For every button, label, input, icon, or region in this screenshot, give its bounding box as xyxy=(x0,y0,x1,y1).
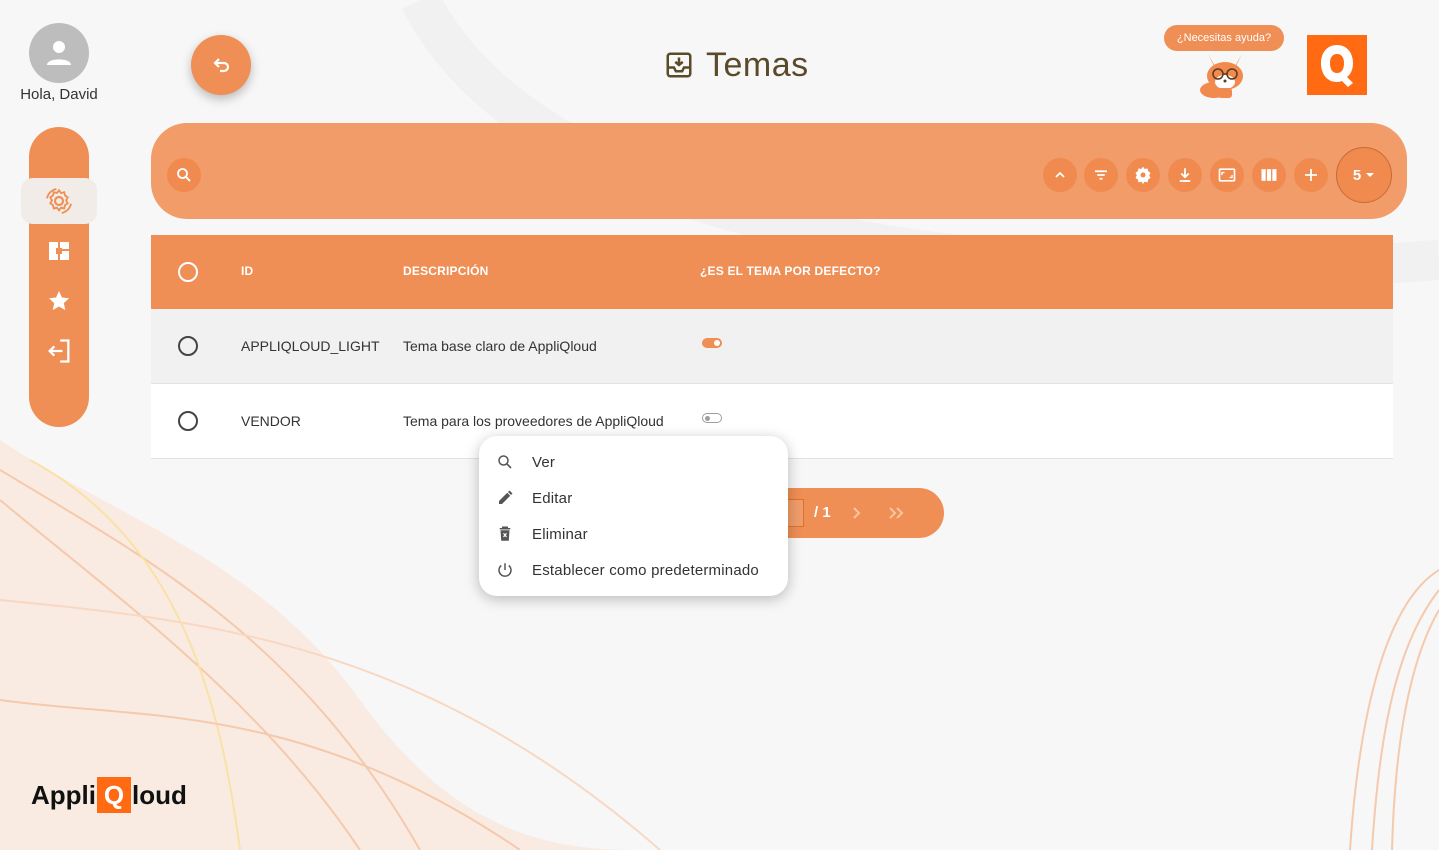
settings-button[interactable] xyxy=(1126,158,1160,192)
person-icon xyxy=(47,41,71,65)
trash-icon xyxy=(499,526,511,541)
default-toggle[interactable] xyxy=(702,338,722,348)
table-toolbar: 5 xyxy=(151,123,1407,219)
chevron-right-icon xyxy=(853,507,861,519)
q-logo-icon xyxy=(1321,45,1353,87)
brand-suffix: loud xyxy=(132,779,187,810)
cell-id: APPLIQLOUD_LIGHT xyxy=(241,338,380,354)
sidebar xyxy=(21,127,97,427)
menu-item-label: Ver xyxy=(532,453,556,471)
chevron-up-icon xyxy=(1055,171,1065,178)
user-greeting: Hola, David xyxy=(20,86,98,103)
menu-item-view[interactable]: Ver xyxy=(479,444,788,480)
themes-table: ID DESCRIPCIÓN ¿ES EL TEMA POR DEFECTO? … xyxy=(151,235,1393,459)
default-toggle[interactable] xyxy=(702,413,722,423)
fox-mascot-icon[interactable] xyxy=(1196,46,1254,100)
next-page-button[interactable] xyxy=(848,501,866,530)
columns-icon xyxy=(1261,169,1277,181)
brand-q: Q xyxy=(97,777,131,813)
inbox-download-icon xyxy=(666,52,692,78)
gear-icon xyxy=(1135,166,1151,184)
column-header-default[interactable]: ¿ES EL TEMA POR DEFECTO? xyxy=(700,264,881,278)
search-button[interactable] xyxy=(167,158,201,192)
menu-item-set-default[interactable]: Establecer como predeterminado xyxy=(479,552,788,588)
column-header-description[interactable]: DESCRIPCIÓN xyxy=(403,264,489,278)
dashboard-icon xyxy=(49,242,69,260)
download-icon xyxy=(1179,168,1191,182)
last-page-button[interactable] xyxy=(885,501,909,530)
sidebar-item-settings[interactable] xyxy=(21,178,97,224)
rows-per-page-select[interactable]: 5 xyxy=(1336,147,1392,203)
cell-id: VENDOR xyxy=(241,413,301,429)
menu-item-label: Eliminar xyxy=(532,525,588,543)
search-icon xyxy=(177,168,191,182)
select-all-radio[interactable] xyxy=(178,262,198,282)
power-icon xyxy=(498,563,512,577)
columns-button[interactable] xyxy=(1252,158,1286,192)
brand-logo: Appli Q loud xyxy=(31,776,187,814)
page-title-text: Temas xyxy=(706,45,809,84)
undo-icon xyxy=(213,58,230,73)
q-logo[interactable] xyxy=(1307,35,1367,95)
menu-item-label: Establecer como predeterminado xyxy=(532,561,759,579)
sidebar-item-logout[interactable] xyxy=(29,328,89,374)
caret-down-icon xyxy=(1366,173,1375,177)
search-icon xyxy=(498,455,512,469)
download-button[interactable] xyxy=(1168,158,1202,192)
avatar[interactable] xyxy=(29,23,89,83)
table-header: ID DESCRIPCIÓN ¿ES EL TEMA POR DEFECTO? xyxy=(151,235,1393,309)
filter-button[interactable] xyxy=(1084,158,1118,192)
logout-icon xyxy=(48,339,70,363)
row-select-radio[interactable] xyxy=(178,336,198,356)
pencil-icon xyxy=(499,490,513,504)
add-button[interactable] xyxy=(1294,158,1328,192)
back-button[interactable] xyxy=(191,35,251,95)
fullscreen-icon xyxy=(1218,168,1236,182)
settings-gear-icon xyxy=(46,188,72,214)
plus-icon xyxy=(1305,169,1317,181)
table-row[interactable]: APPLIQLOUD_LIGHT Tema base claro de Appl… xyxy=(151,309,1393,384)
page-title: Temas xyxy=(664,42,809,88)
column-header-id[interactable]: ID xyxy=(241,264,253,278)
row-select-radio[interactable] xyxy=(178,411,198,431)
rows-per-page-value: 5 xyxy=(1352,166,1362,184)
brand-prefix: Appli xyxy=(31,779,96,810)
cell-description: Tema para los proveedores de AppliQloud xyxy=(403,413,664,429)
star-icon xyxy=(49,291,69,311)
page-total: / 1 xyxy=(814,504,831,521)
menu-item-delete[interactable]: Eliminar xyxy=(479,516,788,552)
double-chevron-right-icon xyxy=(889,507,904,519)
menu-item-label: Editar xyxy=(532,489,573,507)
filter-icon xyxy=(1095,170,1107,180)
sidebar-item-dashboard[interactable] xyxy=(29,228,89,274)
row-context-menu: Ver Editar Eliminar Establecer como pred… xyxy=(479,436,788,596)
menu-item-edit[interactable]: Editar xyxy=(479,480,788,516)
cell-description: Tema base claro de AppliQloud xyxy=(403,338,597,354)
collapse-button[interactable] xyxy=(1043,158,1077,192)
sidebar-item-favorites[interactable] xyxy=(29,278,89,324)
fullscreen-button[interactable] xyxy=(1210,158,1244,192)
